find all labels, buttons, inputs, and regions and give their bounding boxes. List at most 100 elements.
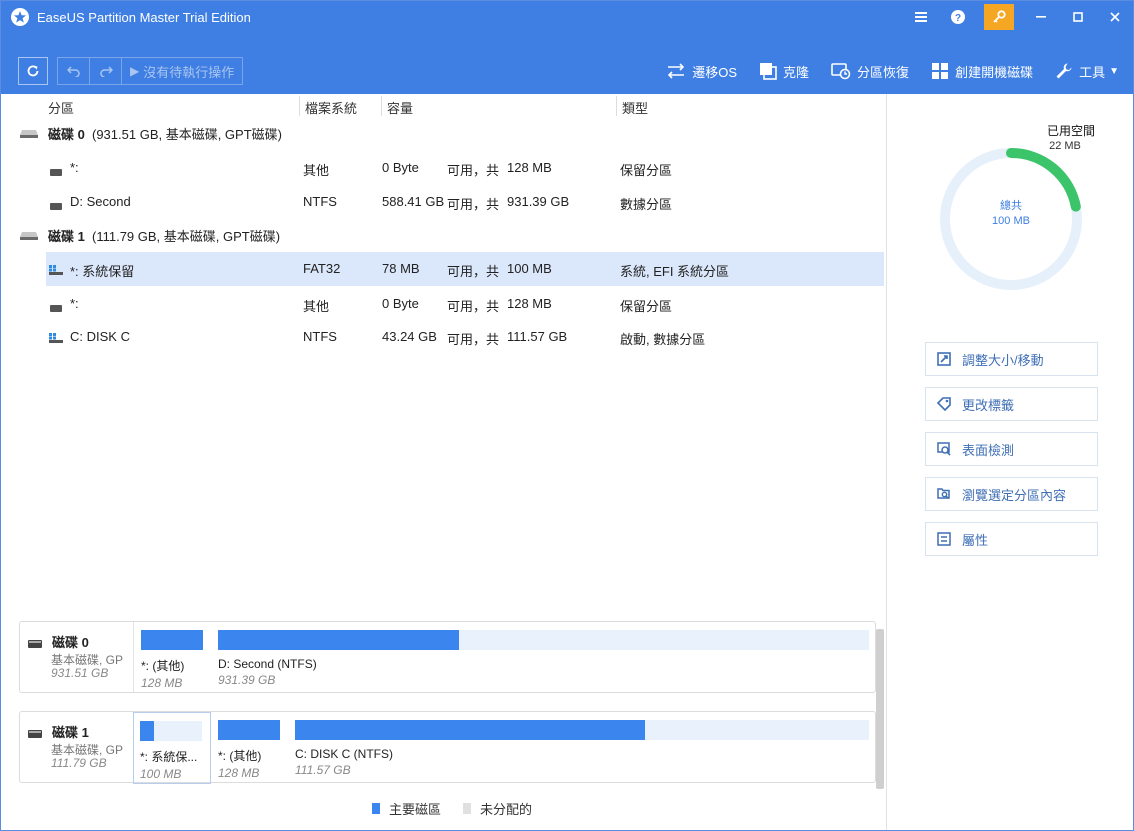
- maximize-button[interactable]: [1059, 1, 1096, 33]
- total-value: 100 MB: [992, 215, 1030, 227]
- disk-map-info: 磁碟 0 基本磁碟, GPT 931.51 GB: [20, 622, 134, 692]
- partition-list: 分區 檔案系統 容量 類型 磁碟 0 (931.51 GB, 基本磁碟, GPT…: [1, 94, 886, 604]
- app-window: EaseUS Partition Master Trial Edition ?: [0, 0, 1134, 831]
- migrate-os-button[interactable]: 遷移OS: [666, 62, 737, 81]
- toolbar: ▶ 沒有待執行操作 遷移OS 克隆 分區恢復 創建開機磁碟 工具 ▼: [1, 33, 1133, 94]
- partition-map-label: C: DISK C (NTFS): [295, 747, 393, 761]
- disk-row-0[interactable]: 磁碟 0 (931.51 GB, 基本磁碟, GPT磁碟): [1, 120, 886, 146]
- partition-free-label: 可用，共: [447, 332, 500, 347]
- disk-icon: [28, 726, 42, 741]
- partition-free-label: 可用，共: [447, 163, 500, 178]
- partition-type: 保留分區: [620, 299, 673, 314]
- used-space-value: 22 MB: [1049, 140, 1081, 152]
- table-row[interactable]: *: 其他 0 Byte 可用，共 128 MB 保留分區: [1, 287, 886, 321]
- table-row[interactable]: *: 其他 0 Byte 可用，共 128 MB 保留分區: [1, 151, 886, 185]
- resize-move-label: 調整大小/移動: [962, 352, 1044, 368]
- partition-usage-bar: [141, 630, 203, 650]
- pending-label: 沒有待執行操作: [143, 64, 235, 80]
- browse-partition-label: 瀏覽選定分區內容: [962, 487, 1067, 503]
- partition-type: 保留分區: [620, 163, 673, 178]
- partition-used: 78 MB: [382, 261, 420, 276]
- browse-partition-button[interactable]: 瀏覽選定分區內容: [925, 477, 1098, 511]
- redo-icon: [99, 66, 113, 77]
- header-type[interactable]: 類型: [622, 98, 648, 117]
- undo-button[interactable]: [58, 58, 90, 84]
- create-bootable-disk-label: 創建開機磁碟: [955, 64, 1034, 80]
- create-bootable-disk-button[interactable]: 創建開機磁碟: [931, 62, 1033, 81]
- refresh-icon: [27, 65, 39, 77]
- svg-text:?: ?: [954, 13, 960, 24]
- table-row[interactable]: D: Second NTFS 588.41 GB 可用，共 931.39 GB …: [1, 185, 886, 219]
- disk-map-size: 111.79 GB: [51, 756, 107, 770]
- partition-map-label: D: Second (NTFS): [218, 657, 317, 671]
- disk-name: 磁碟 1: [48, 229, 85, 244]
- wrench-icon: [1055, 62, 1073, 80]
- partition-recovery-icon: [831, 62, 851, 80]
- execute-pending-button[interactable]: ▶ 沒有待執行操作: [122, 58, 242, 84]
- partition-total: 931.39 GB: [507, 194, 570, 209]
- tools-menu-button[interactable]: 工具 ▼: [1055, 62, 1119, 81]
- operations-panel: 調整大小/移動 更改標籤 表面檢測 瀏覽選定分區內容 屬性: [925, 342, 1098, 567]
- legend-unallocated: 未分配的: [463, 799, 532, 818]
- legend-primary: 主要磁區: [372, 799, 441, 818]
- partition-usage-fill: [218, 720, 280, 740]
- disk-map-partition[interactable]: *: (其他) 128 MB: [218, 720, 280, 780]
- usage-donut-chart: 已用空間 22 MB 總共 100 MB: [940, 124, 1095, 290]
- partition-used: 588.41 GB: [382, 194, 445, 209]
- partition-icon: [50, 300, 62, 315]
- partition-map-size: 931.39 GB: [218, 673, 276, 687]
- partition-type: 系統, EFI 系統分區: [620, 264, 730, 279]
- disk-name: 磁碟 0: [48, 127, 85, 142]
- refresh-button[interactable]: [18, 57, 48, 85]
- surface-test-label: 表面檢測: [962, 442, 1015, 458]
- windows-partition-icon: [49, 331, 63, 346]
- partition-map-size: 111.57 GB: [295, 763, 351, 777]
- list-header: 分區 檔案系統 容量 類型: [1, 94, 886, 118]
- partition-map-size: 128 MB: [218, 766, 260, 780]
- disk-map-partition-selected[interactable]: *: 系統保... 100 MB: [133, 712, 211, 784]
- legend-unallocated-label: 未分配的: [480, 801, 533, 817]
- partition-fs: 其他: [303, 163, 330, 178]
- resize-move-button[interactable]: 調整大小/移動: [925, 342, 1098, 376]
- disk-map-card-1[interactable]: 磁碟 1 基本磁碟, GPT 111.79 GB *: 系統保... 100 M…: [19, 711, 876, 784]
- resize-icon: [936, 351, 952, 367]
- windows-partition-icon: [49, 263, 63, 278]
- disk-row-1[interactable]: 磁碟 1 (111.79 GB, 基本磁碟, GPT磁碟): [1, 222, 886, 248]
- header-capacity[interactable]: 容量: [387, 98, 413, 117]
- partition-icon: [50, 198, 62, 213]
- partition-map-label: *: (其他): [141, 659, 185, 673]
- disk-map-card-0[interactable]: 磁碟 0 基本磁碟, GPT 931.51 GB *: (其他) 128 MB …: [19, 621, 876, 693]
- clone-icon: [759, 62, 777, 80]
- header-partition[interactable]: 分區: [48, 98, 74, 117]
- disk-map-partition[interactable]: D: Second (NTFS) 931.39 GB: [218, 630, 869, 687]
- change-label-label: 更改標籤: [962, 397, 1015, 413]
- partition-fs: FAT32: [303, 261, 341, 276]
- toolbar-actions: 遷移OS 克隆 分區恢復 創建開機磁碟 工具 ▼: [644, 57, 1119, 85]
- surface-test-button[interactable]: 表面檢測: [925, 432, 1098, 466]
- header-filesystem[interactable]: 檔案系統: [305, 98, 357, 117]
- disk-icon: [19, 229, 39, 244]
- key-icon[interactable]: [984, 4, 1014, 30]
- menu-icon[interactable]: [902, 1, 939, 33]
- disk-map-scrollbar[interactable]: [876, 629, 884, 789]
- table-row-selected[interactable]: *: 系統保留 FAT32 78 MB 可用，共 100 MB 系統, EFI …: [46, 252, 884, 286]
- partition-free-label: 可用，共: [447, 299, 500, 314]
- redo-button[interactable]: [90, 58, 122, 84]
- partition-fs: 其他: [303, 299, 330, 314]
- minimize-button[interactable]: [1022, 1, 1059, 33]
- clone-button[interactable]: 克隆: [759, 62, 809, 81]
- help-icon[interactable]: ?: [939, 1, 976, 33]
- table-row[interactable]: C: DISK C NTFS 43.24 GB 可用，共 111.57 GB 啟…: [1, 320, 886, 354]
- disk-map-partition[interactable]: C: DISK C (NTFS) 111.57 GB: [295, 720, 869, 777]
- change-label-button[interactable]: 更改標籤: [925, 387, 1098, 421]
- disk-map-partition[interactable]: *: (其他) 128 MB: [141, 630, 203, 690]
- close-button[interactable]: [1096, 1, 1133, 33]
- partition-recovery-button[interactable]: 分區恢復: [831, 62, 909, 81]
- properties-button[interactable]: 屬性: [925, 522, 1098, 556]
- partition-map-size: 128 MB: [141, 676, 183, 690]
- disk-map: 磁碟 0 基本磁碟, GPT 931.51 GB *: (其他) 128 MB …: [19, 621, 876, 786]
- undo-icon: [66, 66, 80, 77]
- partition-usage-bar: [218, 630, 869, 650]
- usage-donut: 已用空間 22 MB 總共 100 MB: [926, 121, 1101, 301]
- disk-detail: (111.79 GB, 基本磁碟, GPT磁碟): [92, 229, 281, 244]
